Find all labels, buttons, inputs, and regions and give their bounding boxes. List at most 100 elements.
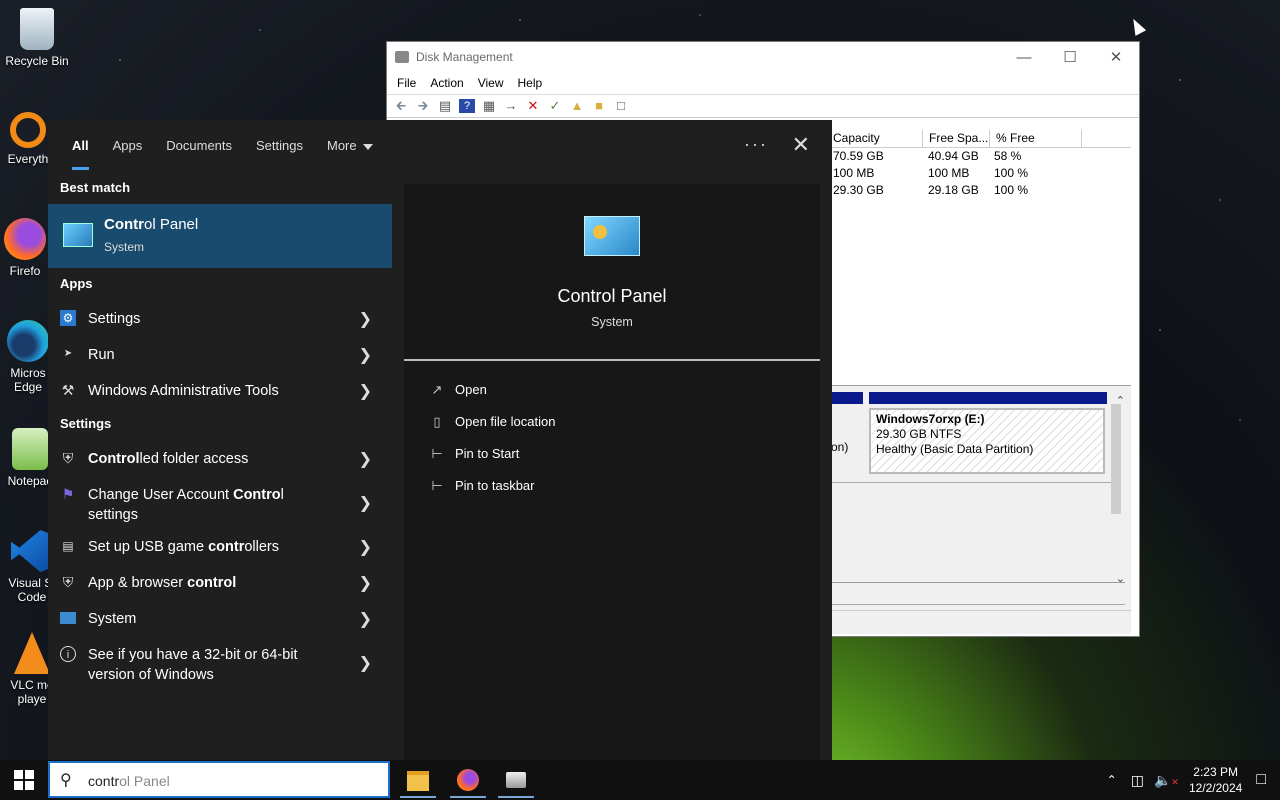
- tab-documents[interactable]: Documents: [154, 120, 244, 172]
- search-tabs: All Apps Documents Settings More ··· ✕: [48, 120, 832, 172]
- network-icon[interactable]: ◫: [1131, 772, 1144, 789]
- volume-muted-icon[interactable]: 🔈✕: [1154, 772, 1179, 789]
- more-options-icon[interactable]: ···: [744, 134, 768, 155]
- capacity-cell: 70.59 GB: [833, 149, 884, 163]
- taskbar-search-box[interactable]: ⚲ control Panel: [48, 761, 390, 798]
- result-label-line1: See if you have a 32-bit or 64-bit: [88, 647, 298, 663]
- console-tree-icon[interactable]: ▤: [437, 99, 453, 113]
- best-match-header: Best match: [60, 180, 131, 195]
- volume-list: Capacity Free Spa... % Free 70.59 GB 40.…: [827, 130, 1131, 378]
- close-button[interactable]: ✕: [1093, 42, 1139, 72]
- vscode-icon: [11, 530, 53, 572]
- tab-all[interactable]: All: [60, 120, 101, 172]
- table-row[interactable]: 100 MB 100 MB 100 %: [827, 165, 1131, 182]
- match-highlight: contr: [208, 539, 245, 555]
- result-controlled-folder-access[interactable]: ⛨ Controlled folder access ❯: [48, 440, 392, 476]
- column-header-free-space[interactable]: Free Spa...: [923, 130, 990, 147]
- help-icon[interactable]: ?: [459, 99, 475, 113]
- scrollbar-thumb[interactable]: [1111, 404, 1121, 514]
- action-pin-to-taskbar[interactable]: ⊢ Pin to taskbar: [428, 476, 534, 496]
- connect-icon[interactable]: →: [503, 99, 519, 113]
- result-app-browser-control[interactable]: ⛨ App & browser control ❯: [48, 564, 392, 600]
- taskbar-firefox[interactable]: [446, 762, 490, 798]
- back-arrow-icon[interactable]: 🡰: [393, 99, 409, 113]
- chevron-right-icon[interactable]: ❯: [359, 537, 372, 557]
- chevron-right-icon[interactable]: ❯: [359, 449, 372, 469]
- result-label-line2: version of Windows: [88, 667, 214, 683]
- open-icon: ↗: [431, 382, 443, 397]
- result-label: Run: [88, 347, 115, 363]
- best-match-control-panel[interactable]: Control Panel System: [48, 204, 392, 268]
- action-open[interactable]: ↗ Open: [428, 380, 487, 400]
- search-icon: ⚲: [60, 772, 72, 789]
- result-windows-admin-tools[interactable]: ⚒ Windows Administrative Tools ❯: [48, 372, 392, 408]
- chevron-right-icon[interactable]: ❯: [359, 609, 372, 629]
- recycle-bin-icon: [20, 8, 54, 50]
- minimize-button[interactable]: —: [1001, 42, 1047, 72]
- chevron-right-icon[interactable]: ❯: [359, 573, 372, 593]
- taskbar: ⚲ control Panel ⌃ ◫ 🔈✕ 2:23 PM 12/2/2024…: [0, 760, 1280, 800]
- partition-size: 29.30 GB NTFS: [876, 427, 962, 441]
- table-row[interactable]: 70.59 GB 40.94 GB 58 %: [827, 148, 1131, 165]
- best-match-title: Control Panel: [104, 216, 198, 233]
- scroll-down-icon[interactable]: ⌄: [1116, 572, 1125, 585]
- column-header-capacity[interactable]: Capacity: [827, 130, 923, 147]
- control-panel-icon: [63, 223, 93, 247]
- disk-graphical-view: on) Windows7orxp (E:) 29.30 GB NTFS Heal…: [827, 385, 1131, 634]
- maximize-button[interactable]: ☐: [1047, 42, 1093, 72]
- table-row[interactable]: 29.30 GB 29.18 GB 100 %: [827, 182, 1131, 199]
- result-settings[interactable]: ⚙ Settings ❯: [48, 300, 392, 336]
- percent-free-cell: 100 %: [994, 183, 1029, 197]
- result-usb-game-controllers[interactable]: ▤ Set up USB game controllers ❯: [48, 528, 392, 564]
- everything-search-icon: [10, 112, 46, 148]
- result-32-64-bit[interactable]: i See if you have a 32-bit or 64-bit vers…: [48, 636, 392, 688]
- clock[interactable]: 2:23 PM 12/2/2024: [1189, 764, 1242, 796]
- match-pre: Change User Account: [88, 487, 234, 503]
- delete-icon[interactable]: ✕: [525, 99, 541, 113]
- apps-header: Apps: [60, 276, 93, 291]
- check-icon[interactable]: ✓: [547, 99, 563, 113]
- match-pre: Set up USB game: [88, 539, 209, 555]
- menu-file[interactable]: File: [397, 76, 416, 90]
- open-folder-icon[interactable]: ▲: [569, 99, 585, 113]
- partition-block-e[interactable]: Windows7orxp (E:) 29.30 GB NTFS Healthy …: [869, 408, 1105, 474]
- taskbar-file-explorer[interactable]: [396, 762, 440, 798]
- result-system[interactable]: System ❯: [48, 600, 392, 636]
- file-explorer-icon: [407, 771, 429, 791]
- desktop-icon-recycle-bin[interactable]: Recycle Bin: [0, 8, 74, 68]
- close-icon[interactable]: ✕: [792, 132, 810, 158]
- chevron-right-icon[interactable]: ❯: [359, 345, 372, 365]
- match-rest: ollers: [244, 539, 279, 555]
- result-change-uac-settings[interactable]: ⚑ Change User Account Control settings ❯: [48, 476, 392, 528]
- chevron-right-icon[interactable]: ❯: [359, 493, 372, 513]
- action-pin-to-start[interactable]: ⊢ Pin to Start: [428, 444, 519, 464]
- taskbar-disk-management[interactable]: [494, 762, 538, 798]
- desktop-icon-firefox[interactable]: Firefo: [0, 218, 50, 278]
- forward-arrow-icon[interactable]: 🡲: [415, 99, 431, 113]
- search-folder-icon[interactable]: ■: [591, 99, 607, 113]
- windows-start-icon[interactable]: [14, 770, 34, 790]
- chevron-right-icon[interactable]: ❯: [359, 653, 372, 673]
- caret-down-icon: [362, 143, 373, 150]
- tab-settings[interactable]: Settings: [244, 120, 315, 172]
- capacity-cell: 29.30 GB: [833, 183, 884, 197]
- match-highlight: control: [187, 575, 237, 591]
- free-space-cell: 29.18 GB: [928, 183, 979, 197]
- menu-action[interactable]: Action: [430, 76, 463, 90]
- properties-icon[interactable]: ▦: [481, 99, 497, 113]
- result-run[interactable]: ➤ Run ❯: [48, 336, 392, 372]
- notifications-icon[interactable]: □: [1256, 771, 1266, 789]
- chevron-right-icon[interactable]: ❯: [359, 381, 372, 401]
- menu-bar: File Action View Help: [387, 72, 1139, 94]
- chevron-right-icon[interactable]: ❯: [359, 309, 372, 329]
- menu-view[interactable]: View: [478, 76, 504, 90]
- result-label: Settings: [88, 311, 141, 327]
- menu-help[interactable]: Help: [518, 76, 543, 90]
- column-header-percent-free[interactable]: % Free: [990, 130, 1082, 147]
- tab-more[interactable]: More: [315, 120, 385, 172]
- more-icon[interactable]: □: [613, 99, 629, 113]
- chevron-up-icon[interactable]: ⌃: [1107, 773, 1117, 787]
- action-open-file-location[interactable]: ▯ Open file location: [428, 412, 555, 432]
- info-icon: i: [60, 646, 76, 662]
- tab-apps[interactable]: Apps: [101, 120, 155, 172]
